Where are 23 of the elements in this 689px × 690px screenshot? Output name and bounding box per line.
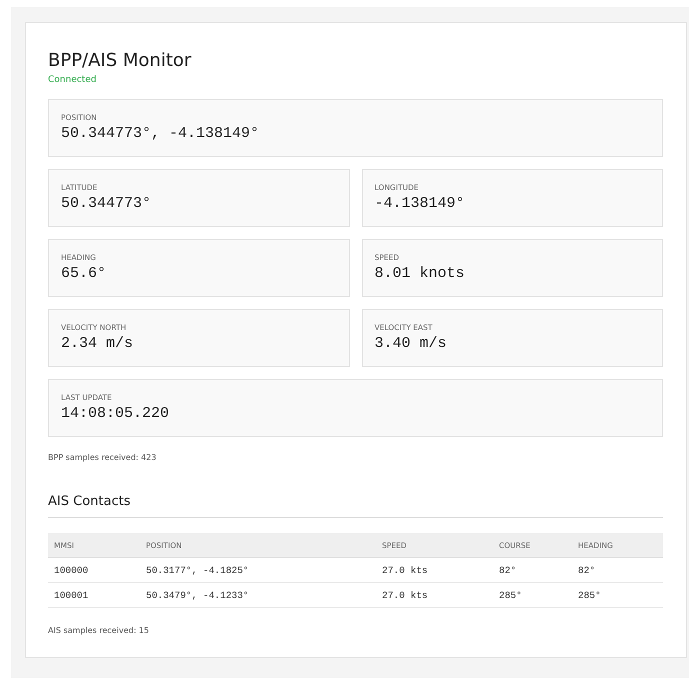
table-cell: 285° — [499, 590, 522, 600]
field-value: 3.40 m/s — [374, 335, 448, 352]
field-value: 14:08:05.220 — [61, 405, 170, 422]
sample-count: BPP samples received: 423 — [48, 453, 158, 462]
field-value: 65.6° — [61, 265, 108, 282]
sample-count: AIS samples received: 15 — [48, 626, 150, 635]
page-title: BPP/AIS Monitor — [48, 50, 192, 71]
connection-status: Connected — [48, 75, 98, 85]
field-value: -4.138149° — [374, 195, 466, 212]
table-cell: 100001 — [54, 590, 88, 600]
table-cell: 285° — [578, 590, 601, 600]
table-cell: 27.0 kts — [382, 564, 428, 576]
field-value: 2.34 m/s — [61, 335, 134, 352]
table-cell: 100000 — [54, 564, 88, 576]
table-cell: 50.3479°, -4.1233° — [146, 590, 249, 600]
table-cell: 27.0 kts — [382, 590, 428, 600]
field-value: 50.344773° — [61, 195, 152, 212]
field-value: 50.344773°, -4.138149° — [61, 125, 260, 142]
field-value: 8.01 knots — [374, 265, 466, 282]
table-cell: 82° — [578, 564, 596, 576]
table-cell: 82° — [499, 564, 516, 576]
section-heading: AIS Contacts — [48, 494, 663, 518]
table-cell: 50.3177°, -4.1825° — [146, 564, 249, 576]
